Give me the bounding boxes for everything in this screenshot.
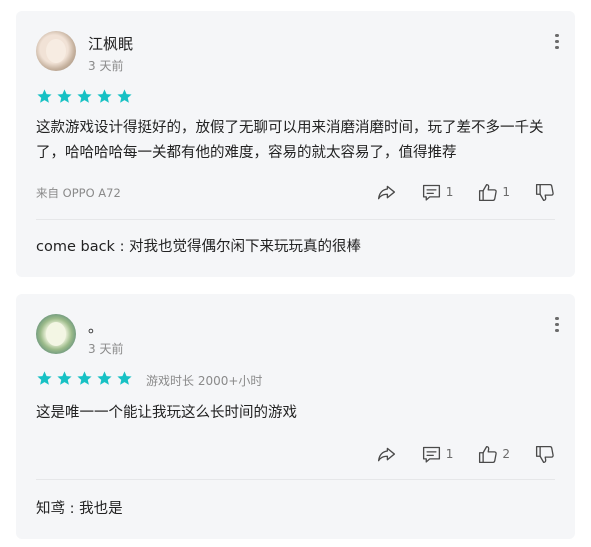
dislike-button[interactable] [534, 443, 555, 465]
dislike-button[interactable] [534, 181, 555, 203]
review-date: 3 天前 [88, 59, 124, 73]
thumbs-up-icon [479, 183, 498, 201]
like-button[interactable]: 1 [477, 181, 510, 203]
star-icon [57, 371, 72, 385]
divider [36, 219, 555, 220]
divider [36, 479, 555, 480]
share-icon [377, 447, 395, 461]
star-icon [117, 89, 132, 103]
more-options-icon[interactable] [553, 31, 561, 51]
comment-icon [422, 184, 440, 201]
star-rating [36, 370, 133, 387]
review-card: 江枫眠 3 天前 这款游戏设计得挺好的，放假了无聊可以用来消磨消磨时间，玩了差不… [16, 11, 575, 277]
review-actions: 1 1 [352, 181, 555, 203]
comment-icon [422, 446, 440, 463]
thumbs-down-icon [535, 445, 554, 463]
star-icon [117, 371, 132, 385]
like-button[interactable]: 2 [477, 443, 510, 465]
username[interactable]: 江枫眠 [88, 33, 133, 54]
comment-count: 1 [445, 185, 454, 199]
review-text: 这是唯一一个能让我玩这么长时间的游戏 [36, 405, 297, 421]
thumbs-up-icon [479, 445, 498, 463]
device-label: 来自 OPPO A72 [36, 186, 121, 200]
review-date: 3 天前 [88, 342, 124, 356]
reply-text[interactable]: come back : 对我也觉得偶尔闲下来玩玩真的很棒 [36, 235, 361, 256]
reply-text[interactable]: 知鸢 : 我也是 [36, 497, 123, 518]
thumbs-down-icon [535, 183, 554, 201]
avatar[interactable] [36, 31, 76, 71]
more-options-icon[interactable] [553, 314, 561, 334]
review-card: 。 3 天前 游戏时长 2000+小时 这是唯一一个能让我玩这么长时间的游戏 1… [16, 294, 575, 539]
share-button[interactable] [376, 443, 397, 465]
comment-button[interactable]: 1 [421, 181, 454, 203]
username[interactable]: 。 [88, 316, 103, 337]
share-icon [377, 185, 395, 199]
comment-count: 1 [445, 447, 454, 461]
playtime-label: 游戏时长 2000+小时 [146, 374, 263, 388]
star-icon [37, 371, 52, 385]
star-icon [37, 89, 52, 103]
avatar[interactable] [36, 314, 76, 354]
comment-button[interactable]: 1 [421, 443, 454, 465]
star-icon [77, 89, 92, 103]
like-count: 2 [502, 447, 510, 461]
review-text: 这款游戏设计得挺好的，放假了无聊可以用来消磨消磨时间，玩了差不多一千关了，哈哈哈… [36, 120, 544, 161]
star-icon [77, 371, 92, 385]
like-count: 1 [502, 185, 510, 199]
star-rating [36, 88, 133, 105]
share-button[interactable] [376, 181, 397, 203]
star-icon [97, 371, 112, 385]
star-icon [97, 89, 112, 103]
review-actions: 1 2 [352, 443, 555, 465]
star-icon [57, 89, 72, 103]
